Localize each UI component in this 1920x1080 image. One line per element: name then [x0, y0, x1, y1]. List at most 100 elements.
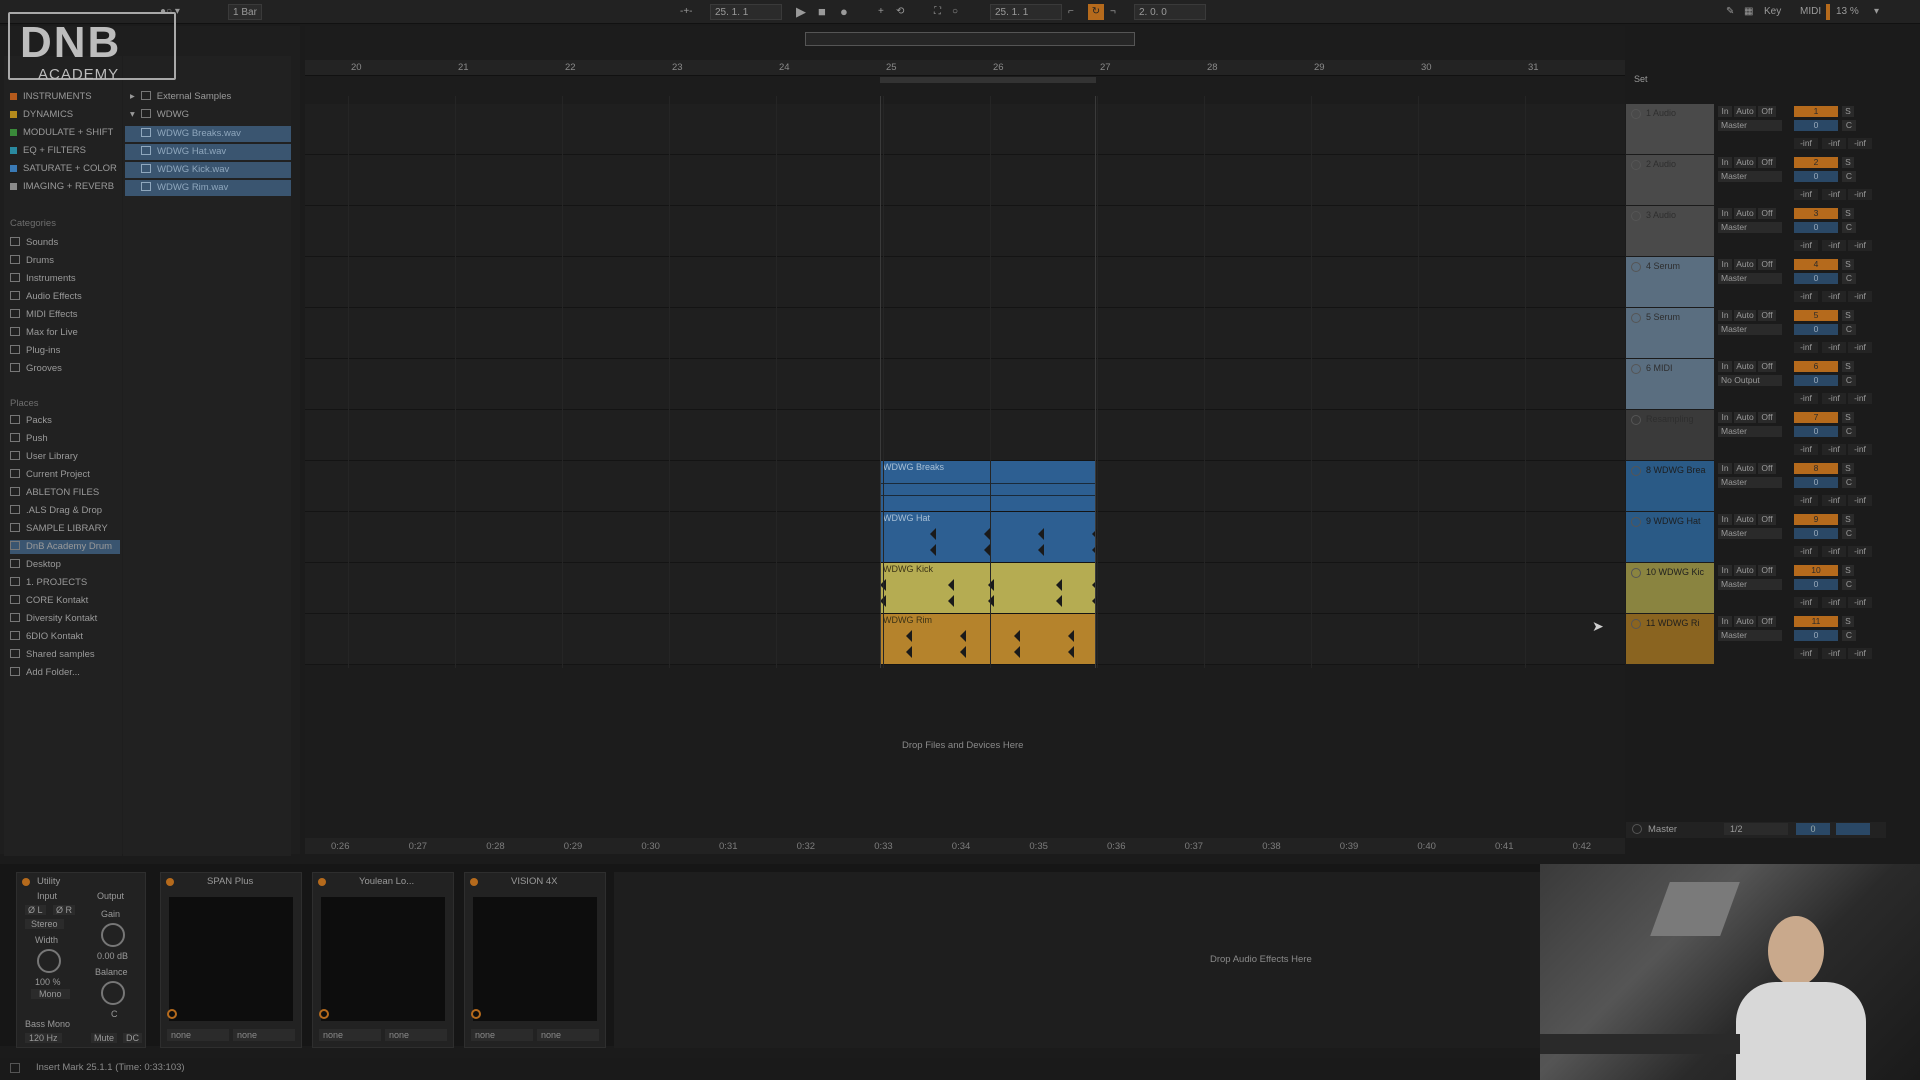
device-power-icon[interactable] — [166, 878, 174, 886]
output-routing-select[interactable]: Master — [1718, 426, 1782, 437]
monitor-in-button[interactable]: In — [1718, 361, 1732, 372]
track-name[interactable]: 2 Audio — [1646, 159, 1676, 169]
category-item[interactable]: Instruments — [10, 272, 76, 286]
phase-left-button[interactable]: Ø L — [25, 905, 46, 915]
place-item[interactable]: SAMPLE LIBRARY — [10, 522, 108, 536]
collection-item[interactable]: EQ + FILTERS — [10, 144, 86, 158]
draw-mode-icon[interactable]: ✎ — [1726, 4, 1734, 20]
output-routing-select[interactable]: Master — [1718, 630, 1782, 641]
dc-button[interactable]: DC — [123, 1033, 142, 1043]
monitor-auto-button[interactable]: Auto — [1734, 157, 1756, 168]
track-pan[interactable]: C — [1842, 171, 1856, 182]
monitor-off-button[interactable]: Off — [1758, 157, 1776, 168]
place-item[interactable]: 6DIO Kontakt — [10, 630, 83, 644]
monitor-in-button[interactable]: In — [1718, 616, 1732, 627]
loop-brace[interactable] — [880, 77, 1096, 83]
solo-button[interactable]: S — [1842, 616, 1854, 627]
device-power-icon[interactable] — [22, 878, 30, 886]
collection-item[interactable]: DYNAMICS — [10, 108, 73, 122]
time-ruler[interactable]: 0:26 0:27 0:28 0:29 0:30 0:31 0:32 0:33 0:34 0:35… — [305, 838, 1625, 854]
file-item[interactable]: WDWG Kick.wav — [125, 162, 291, 178]
file-item[interactable]: WDWG Hat.wav — [125, 144, 291, 160]
fold-icon[interactable] — [1631, 262, 1641, 272]
record-icon[interactable]: ● — [840, 4, 848, 20]
monitor-off-button[interactable]: Off — [1758, 514, 1776, 525]
fold-icon[interactable] — [1631, 568, 1641, 578]
parameter-select[interactable]: none — [385, 1029, 447, 1041]
monitor-in-button[interactable]: In — [1718, 106, 1732, 117]
track-volume[interactable]: 0 — [1794, 273, 1838, 284]
solo-button[interactable]: S — [1842, 514, 1854, 525]
track-activator[interactable]: 4 — [1794, 259, 1838, 270]
monitor-in-button[interactable]: In — [1718, 259, 1732, 270]
utility-device[interactable]: Utility Input Output Ø L Ø R Stereo Gain… — [16, 872, 146, 1048]
output-routing-select[interactable]: Master — [1718, 120, 1782, 131]
place-item[interactable]: .ALS Drag & Drop — [10, 504, 102, 518]
track-header[interactable]: 9 WDWG Hat — [1626, 512, 1714, 562]
bass-mono-freq[interactable]: 120 Hz — [25, 1033, 62, 1043]
output-routing-select[interactable]: Master — [1718, 477, 1782, 488]
stop-icon[interactable]: ■ — [818, 4, 826, 20]
bass-mono-button[interactable]: Bass Mono — [25, 1019, 70, 1029]
track-activator[interactable]: 7 — [1794, 412, 1838, 423]
track-lane[interactable] — [305, 308, 1625, 359]
fold-icon[interactable] — [1631, 364, 1641, 374]
drop-effects-zone[interactable]: Drop Audio Effects Here — [614, 872, 1540, 1048]
track-pan[interactable]: C — [1842, 528, 1856, 539]
monitor-auto-button[interactable]: Auto — [1734, 463, 1756, 474]
track-pan[interactable]: C — [1842, 630, 1856, 641]
solo-button[interactable]: S — [1842, 361, 1854, 372]
mute-button[interactable]: Mute — [91, 1033, 118, 1043]
collection-item[interactable]: IMAGING + REVERB — [10, 180, 114, 194]
file-item[interactable]: WDWG Breaks.wav — [125, 126, 291, 142]
monitor-in-button[interactable]: In — [1718, 463, 1732, 474]
solo-button[interactable]: S — [1842, 310, 1854, 321]
fold-icon[interactable] — [1631, 517, 1641, 527]
folder-item[interactable]: ▸ External Samples — [130, 90, 231, 104]
track-activator[interactable]: 6 — [1794, 361, 1838, 372]
place-item[interactable]: 1. PROJECTS — [10, 576, 87, 590]
beat-time-ruler[interactable]: 20 21 22 23 24 25 26 27 28 29 30 31 — [305, 60, 1625, 76]
monitor-in-button[interactable]: In — [1718, 565, 1732, 576]
track-header[interactable]: Resampling — [1626, 410, 1714, 460]
place-item[interactable]: Push — [10, 432, 48, 446]
track-pan[interactable]: C — [1842, 426, 1856, 437]
track-header[interactable]: 8 WDWG Brea — [1626, 461, 1714, 511]
solo-button[interactable]: S — [1842, 463, 1854, 474]
monitor-off-button[interactable]: Off — [1758, 361, 1776, 372]
output-routing-select[interactable]: Master — [1718, 171, 1782, 182]
solo-button[interactable]: S — [1842, 565, 1854, 576]
solo-button[interactable]: S — [1842, 208, 1854, 219]
balance-knob[interactable] — [101, 981, 125, 1005]
track-name[interactable]: 10 WDWG Kic — [1646, 567, 1704, 577]
category-item[interactable]: Max for Live — [10, 326, 78, 340]
track-name[interactable]: 6 MIDI — [1646, 363, 1673, 373]
category-item[interactable]: Drums — [10, 254, 54, 268]
punch-out-icon[interactable]: ¬ — [1110, 4, 1116, 20]
folder-item[interactable]: ▾ WDWG — [130, 108, 189, 122]
monitor-off-button[interactable]: Off — [1758, 259, 1776, 270]
plugin-device[interactable]: SPAN Plus none none — [160, 872, 302, 1048]
track-header[interactable]: 5 Serum — [1626, 308, 1714, 358]
track-pan[interactable]: C — [1842, 375, 1856, 386]
monitor-off-button[interactable]: Off — [1758, 208, 1776, 219]
track-name[interactable]: 3 Audio — [1646, 210, 1676, 220]
parameter-select[interactable]: none — [319, 1029, 381, 1041]
place-item[interactable]: Diversity Kontakt — [10, 612, 97, 626]
monitor-auto-button[interactable]: Auto — [1734, 310, 1756, 321]
master-pan[interactable] — [1836, 823, 1870, 835]
overview-scroller[interactable] — [805, 32, 1135, 46]
track-volume[interactable]: 0 — [1794, 579, 1838, 590]
fold-icon[interactable] — [1631, 415, 1641, 425]
fold-icon[interactable] — [1632, 824, 1642, 834]
loop-length[interactable]: 2. 0. 0 — [1134, 4, 1206, 20]
phase-right-button[interactable]: Ø R — [53, 905, 76, 915]
solo-button[interactable]: S — [1842, 106, 1854, 117]
category-item[interactable]: Plug-ins — [10, 344, 60, 358]
solo-button[interactable]: S — [1842, 157, 1854, 168]
audio-clip[interactable]: WDWG Rim — [880, 614, 1096, 664]
track-pan[interactable]: C — [1842, 324, 1856, 335]
computer-keyboard-icon[interactable]: ▦ — [1744, 4, 1753, 20]
track-volume[interactable]: 0 — [1794, 324, 1838, 335]
place-item[interactable]: Shared samples — [10, 648, 95, 662]
